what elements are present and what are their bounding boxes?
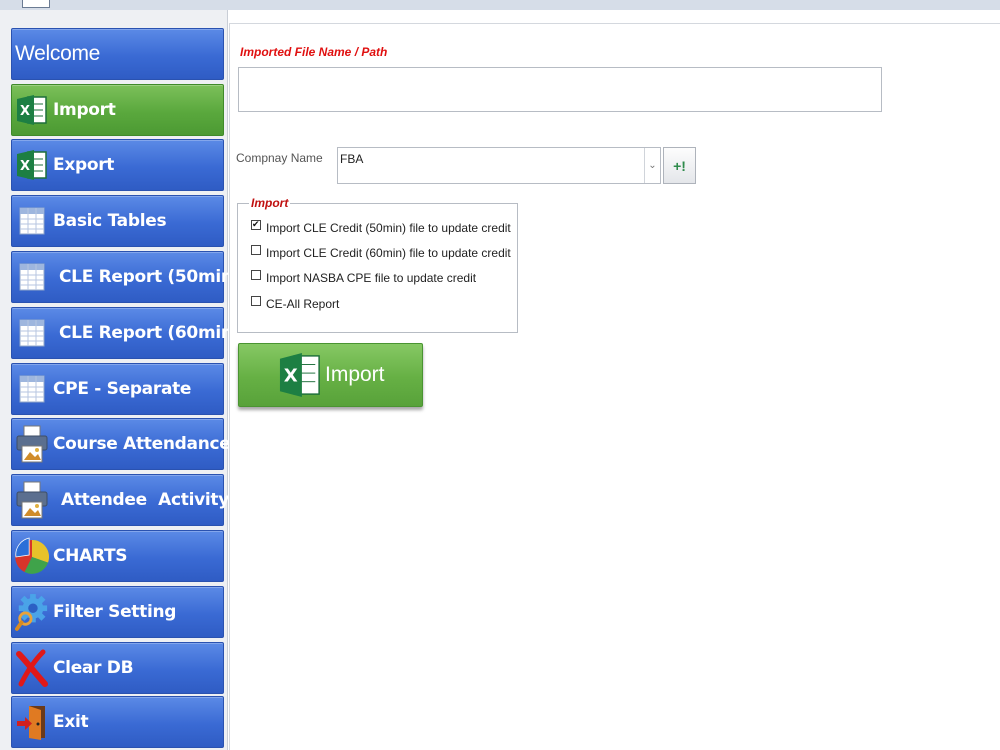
sidebar-item-label: Course Attendance	[53, 434, 231, 454]
sidebar-item-charts[interactable]: CHARTS	[11, 530, 224, 582]
checkbox-cle-50min[interactable]	[251, 220, 261, 230]
app-icon	[22, 0, 50, 8]
option-ce-all-report[interactable]: CE-All Report	[251, 296, 340, 311]
import-button[interactable]: X Import	[238, 343, 423, 407]
sidebar-item-label: Attendee Activity	[61, 490, 230, 510]
printer-icon	[15, 424, 49, 464]
excel-icon: X	[15, 90, 49, 130]
svg-text:X: X	[20, 159, 30, 174]
checkbox-cle-60min[interactable]	[251, 245, 261, 255]
sidebar-item-cle-report-50[interactable]: CLE Report (50min)	[11, 251, 240, 303]
sidebar-item-course-attendance[interactable]: Course Attendance	[11, 418, 231, 470]
sidebar-item-cle-report-60[interactable]: CLE Report (60min)	[11, 307, 240, 359]
sidebar-item-label: Export	[53, 155, 115, 175]
file-path-input[interactable]	[238, 67, 882, 112]
sidebar-item-label: CLE Report (50min)	[59, 267, 241, 287]
option-cle-50min[interactable]: Import CLE Credit (50min) file to update…	[251, 220, 511, 235]
sidebar-item-clear-db[interactable]: Clear DB	[11, 642, 224, 694]
sidebar-item-label: Filter Setting	[53, 602, 177, 622]
option-label: Import CLE Credit (60min) file to update…	[266, 246, 511, 260]
option-nasba-cpe[interactable]: Import NASBA CPE file to update credit	[251, 270, 477, 285]
svg-text:X: X	[20, 104, 30, 119]
sidebar-item-welcome[interactable]: Welcome	[11, 28, 224, 80]
sidebar-item-exit[interactable]: Exit	[11, 696, 224, 748]
option-label: Import NASBA CPE file to update credit	[266, 271, 477, 285]
chevron-down-icon[interactable]: ⌄	[644, 148, 660, 183]
sidebar-item-label: Import	[53, 100, 116, 120]
option-label: CE-All Report	[266, 297, 340, 311]
sidebar-item-import[interactable]: X Import	[11, 84, 224, 136]
red-x-icon	[15, 648, 49, 688]
sidebar-item-attendee-activity[interactable]: Attendee Activity	[11, 474, 229, 526]
table-icon	[15, 201, 49, 241]
company-name-value: FBA	[340, 152, 364, 166]
add-company-button[interactable]: +!	[663, 147, 696, 184]
checkbox-nasba-cpe[interactable]	[251, 270, 261, 280]
import-group-title: Import	[249, 196, 291, 210]
option-cle-60min[interactable]: Import CLE Credit (60min) file to update…	[251, 245, 511, 260]
excel-icon: X	[15, 145, 49, 185]
sidebar-item-label: CHARTS	[53, 546, 128, 566]
pie-chart-icon	[15, 536, 49, 576]
sidebar-item-label: CPE - Separate	[53, 379, 192, 399]
company-name-label: Compnay Name	[236, 151, 323, 165]
gear-search-icon	[15, 592, 49, 632]
sidebar-item-label: CLE Report (60min)	[59, 323, 241, 343]
sidebar-item-filter-setting[interactable]: Filter Setting	[11, 586, 224, 638]
sidebar-item-label: Clear DB	[53, 658, 134, 678]
sidebar-item-basic-tables[interactable]: Basic Tables	[11, 195, 224, 247]
sidebar-item-export[interactable]: X Export	[11, 139, 224, 191]
exit-door-icon	[15, 702, 49, 742]
option-label: Import CLE Credit (50min) file to update…	[266, 221, 511, 235]
checkbox-ce-all-report[interactable]	[251, 296, 261, 306]
excel-icon: X	[279, 349, 321, 401]
printer-icon	[15, 480, 49, 520]
svg-text:X: X	[284, 366, 298, 387]
table-icon	[15, 257, 49, 297]
sidebar-item-label: Welcome	[15, 42, 101, 65]
table-icon	[15, 313, 49, 353]
file-path-label: Imported File Name / Path	[240, 45, 388, 59]
sidebar: Welcome X Import X Export Basic Tables C…	[0, 10, 240, 750]
title-bar	[0, 0, 1000, 10]
sidebar-item-label: Exit	[53, 712, 89, 732]
import-button-label: Import	[325, 363, 385, 386]
company-name-select[interactable]: FBA ⌄	[337, 147, 661, 184]
sidebar-item-label: Basic Tables	[53, 211, 167, 231]
table-icon	[15, 369, 49, 409]
sidebar-item-cpe-separate[interactable]: CPE - Separate	[11, 363, 224, 415]
